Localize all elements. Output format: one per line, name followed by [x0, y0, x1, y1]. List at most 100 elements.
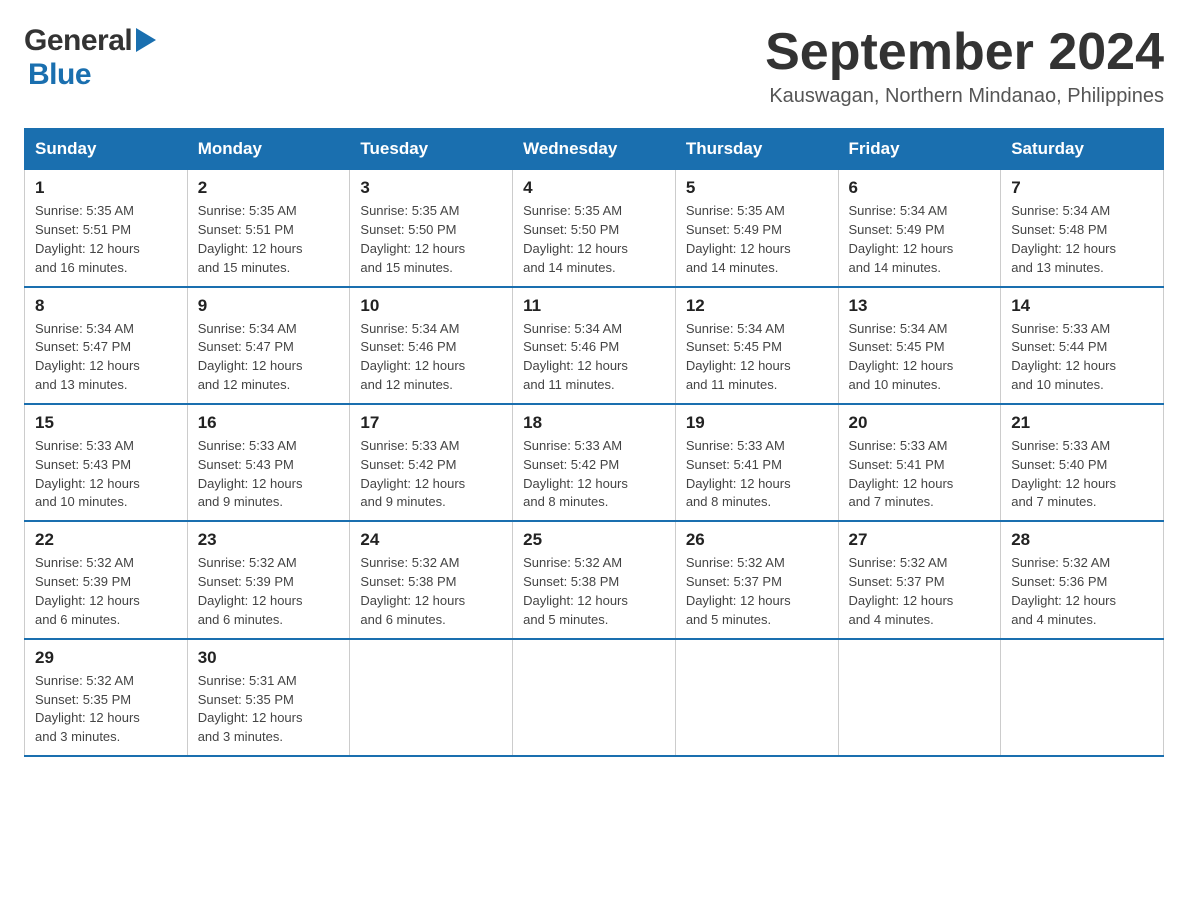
calendar-day-cell: 23 Sunrise: 5:32 AMSunset: 5:39 PMDayligh… [187, 521, 350, 638]
day-number: 27 [849, 530, 991, 550]
calendar-week-row: 1Sunrise: 5:35 AMSunset: 5:51 PMDaylight… [25, 170, 1164, 287]
calendar-day-cell: 10 Sunrise: 5:34 AMSunset: 5:46 PMDayligh… [350, 287, 513, 404]
day-info: Sunrise: 5:33 AMSunset: 5:42 PMDaylight:… [360, 437, 502, 512]
month-title: September 2024 [765, 24, 1164, 81]
day-info: Sunrise: 5:31 AMSunset: 5:35 PMDaylight:… [198, 672, 340, 747]
calendar-week-row: 8 Sunrise: 5:34 AMSunset: 5:47 PMDaylight… [25, 287, 1164, 404]
day-info: Sunrise: 5:35 AMSunset: 5:50 PMDaylight:… [523, 202, 665, 277]
day-info: Sunrise: 5:34 AMSunset: 5:47 PMDaylight:… [198, 320, 340, 395]
page-header: General Blue September 2024 Kauswagan, N… [24, 24, 1164, 108]
day-info: Sunrise: 5:32 AMSunset: 5:38 PMDaylight:… [523, 554, 665, 629]
calendar-day-cell: 21 Sunrise: 5:33 AMSunset: 5:40 PMDayligh… [1001, 404, 1164, 521]
calendar-day-cell: 4 Sunrise: 5:35 AMSunset: 5:50 PMDaylight… [513, 170, 676, 287]
day-info: Sunrise: 5:34 AMSunset: 5:47 PMDaylight:… [35, 320, 177, 395]
day-number: 11 [523, 296, 665, 316]
calendar-day-cell: 3Sunrise: 5:35 AMSunset: 5:50 PMDaylight… [350, 170, 513, 287]
calendar-day-cell: 24 Sunrise: 5:32 AMSunset: 5:38 PMDayligh… [350, 521, 513, 638]
logo-general-text: General [24, 24, 132, 58]
location-title: Kauswagan, Northern Mindanao, Philippine… [765, 85, 1164, 108]
day-info: Sunrise: 5:33 AMSunset: 5:41 PMDaylight:… [686, 437, 828, 512]
calendar-table: SundayMondayTuesdayWednesdayThursdayFrid… [24, 128, 1164, 757]
day-number: 26 [686, 530, 828, 550]
day-number: 21 [1011, 413, 1153, 433]
day-info: Sunrise: 5:32 AMSunset: 5:36 PMDaylight:… [1011, 554, 1153, 629]
calendar-day-cell [1001, 639, 1164, 756]
day-number: 28 [1011, 530, 1153, 550]
day-number: 7 [1011, 178, 1153, 198]
day-number: 30 [198, 648, 340, 668]
day-info: Sunrise: 5:33 AMSunset: 5:43 PMDaylight:… [198, 437, 340, 512]
weekday-header-wednesday: Wednesday [513, 129, 676, 170]
day-info: Sunrise: 5:34 AMSunset: 5:45 PMDaylight:… [849, 320, 991, 395]
day-number: 23 [198, 530, 340, 550]
day-number: 14 [1011, 296, 1153, 316]
calendar-day-cell: 1Sunrise: 5:35 AMSunset: 5:51 PMDaylight… [25, 170, 188, 287]
calendar-week-row: 29Sunrise: 5:32 AMSunset: 5:35 PMDayligh… [25, 639, 1164, 756]
day-number: 6 [849, 178, 991, 198]
day-number: 4 [523, 178, 665, 198]
day-info: Sunrise: 5:32 AMSunset: 5:39 PMDaylight:… [198, 554, 340, 629]
calendar-day-cell: 30 Sunrise: 5:31 AMSunset: 5:35 PMDayligh… [187, 639, 350, 756]
calendar-day-cell: 20 Sunrise: 5:33 AMSunset: 5:41 PMDayligh… [838, 404, 1001, 521]
calendar-day-cell: 7 Sunrise: 5:34 AMSunset: 5:48 PMDaylight… [1001, 170, 1164, 287]
calendar-day-cell: 14 Sunrise: 5:33 AMSunset: 5:44 PMDayligh… [1001, 287, 1164, 404]
day-number: 15 [35, 413, 177, 433]
day-info: Sunrise: 5:34 AMSunset: 5:49 PMDaylight:… [849, 202, 991, 277]
logo-blue-text: Blue [28, 58, 91, 92]
calendar-day-cell [350, 639, 513, 756]
calendar-day-cell: 27 Sunrise: 5:32 AMSunset: 5:37 PMDayligh… [838, 521, 1001, 638]
weekday-header-saturday: Saturday [1001, 129, 1164, 170]
day-number: 20 [849, 413, 991, 433]
day-info: Sunrise: 5:35 AMSunset: 5:51 PMDaylight:… [198, 202, 340, 277]
day-info: Sunrise: 5:34 AMSunset: 5:48 PMDaylight:… [1011, 202, 1153, 277]
day-info: Sunrise: 5:34 AMSunset: 5:46 PMDaylight:… [523, 320, 665, 395]
day-number: 22 [35, 530, 177, 550]
title-block: September 2024 Kauswagan, Northern Minda… [765, 24, 1164, 108]
calendar-day-cell: 6 Sunrise: 5:34 AMSunset: 5:49 PMDaylight… [838, 170, 1001, 287]
logo: General Blue [24, 24, 156, 92]
calendar-day-cell: 18 Sunrise: 5:33 AMSunset: 5:42 PMDayligh… [513, 404, 676, 521]
day-number: 13 [849, 296, 991, 316]
calendar-day-cell: 13 Sunrise: 5:34 AMSunset: 5:45 PMDayligh… [838, 287, 1001, 404]
day-number: 3 [360, 178, 502, 198]
calendar-day-cell: 25 Sunrise: 5:32 AMSunset: 5:38 PMDayligh… [513, 521, 676, 638]
day-number: 10 [360, 296, 502, 316]
day-info: Sunrise: 5:35 AMSunset: 5:51 PMDaylight:… [35, 202, 177, 277]
weekday-header-row: SundayMondayTuesdayWednesdayThursdayFrid… [25, 129, 1164, 170]
calendar-day-cell: 29Sunrise: 5:32 AMSunset: 5:35 PMDayligh… [25, 639, 188, 756]
calendar-day-cell: 15Sunrise: 5:33 AMSunset: 5:43 PMDayligh… [25, 404, 188, 521]
day-info: Sunrise: 5:35 AMSunset: 5:49 PMDaylight:… [686, 202, 828, 277]
day-number: 25 [523, 530, 665, 550]
calendar-day-cell: 26Sunrise: 5:32 AMSunset: 5:37 PMDayligh… [675, 521, 838, 638]
day-info: Sunrise: 5:33 AMSunset: 5:44 PMDaylight:… [1011, 320, 1153, 395]
calendar-day-cell: 17Sunrise: 5:33 AMSunset: 5:42 PMDayligh… [350, 404, 513, 521]
day-number: 5 [686, 178, 828, 198]
day-info: Sunrise: 5:32 AMSunset: 5:38 PMDaylight:… [360, 554, 502, 629]
day-info: Sunrise: 5:33 AMSunset: 5:40 PMDaylight:… [1011, 437, 1153, 512]
weekday-header-sunday: Sunday [25, 129, 188, 170]
weekday-header-tuesday: Tuesday [350, 129, 513, 170]
day-number: 16 [198, 413, 340, 433]
day-number: 8 [35, 296, 177, 316]
calendar-day-cell: 5 Sunrise: 5:35 AMSunset: 5:49 PMDaylight… [675, 170, 838, 287]
day-info: Sunrise: 5:33 AMSunset: 5:42 PMDaylight:… [523, 437, 665, 512]
calendar-day-cell [838, 639, 1001, 756]
calendar-day-cell: 8 Sunrise: 5:34 AMSunset: 5:47 PMDaylight… [25, 287, 188, 404]
calendar-week-row: 22 Sunrise: 5:32 AMSunset: 5:39 PMDayligh… [25, 521, 1164, 638]
day-info: Sunrise: 5:33 AMSunset: 5:41 PMDaylight:… [849, 437, 991, 512]
day-number: 24 [360, 530, 502, 550]
day-info: Sunrise: 5:32 AMSunset: 5:35 PMDaylight:… [35, 672, 177, 747]
weekday-header-monday: Monday [187, 129, 350, 170]
calendar-day-cell: 12Sunrise: 5:34 AMSunset: 5:45 PMDayligh… [675, 287, 838, 404]
logo-triangle-icon [136, 28, 156, 52]
day-info: Sunrise: 5:32 AMSunset: 5:37 PMDaylight:… [849, 554, 991, 629]
calendar-day-cell: 28 Sunrise: 5:32 AMSunset: 5:36 PMDayligh… [1001, 521, 1164, 638]
day-info: Sunrise: 5:34 AMSunset: 5:46 PMDaylight:… [360, 320, 502, 395]
calendar-day-cell: 9 Sunrise: 5:34 AMSunset: 5:47 PMDaylight… [187, 287, 350, 404]
day-number: 2 [198, 178, 340, 198]
day-number: 18 [523, 413, 665, 433]
day-number: 12 [686, 296, 828, 316]
calendar-day-cell: 2 Sunrise: 5:35 AMSunset: 5:51 PMDaylight… [187, 170, 350, 287]
day-number: 9 [198, 296, 340, 316]
calendar-day-cell: 16 Sunrise: 5:33 AMSunset: 5:43 PMDayligh… [187, 404, 350, 521]
